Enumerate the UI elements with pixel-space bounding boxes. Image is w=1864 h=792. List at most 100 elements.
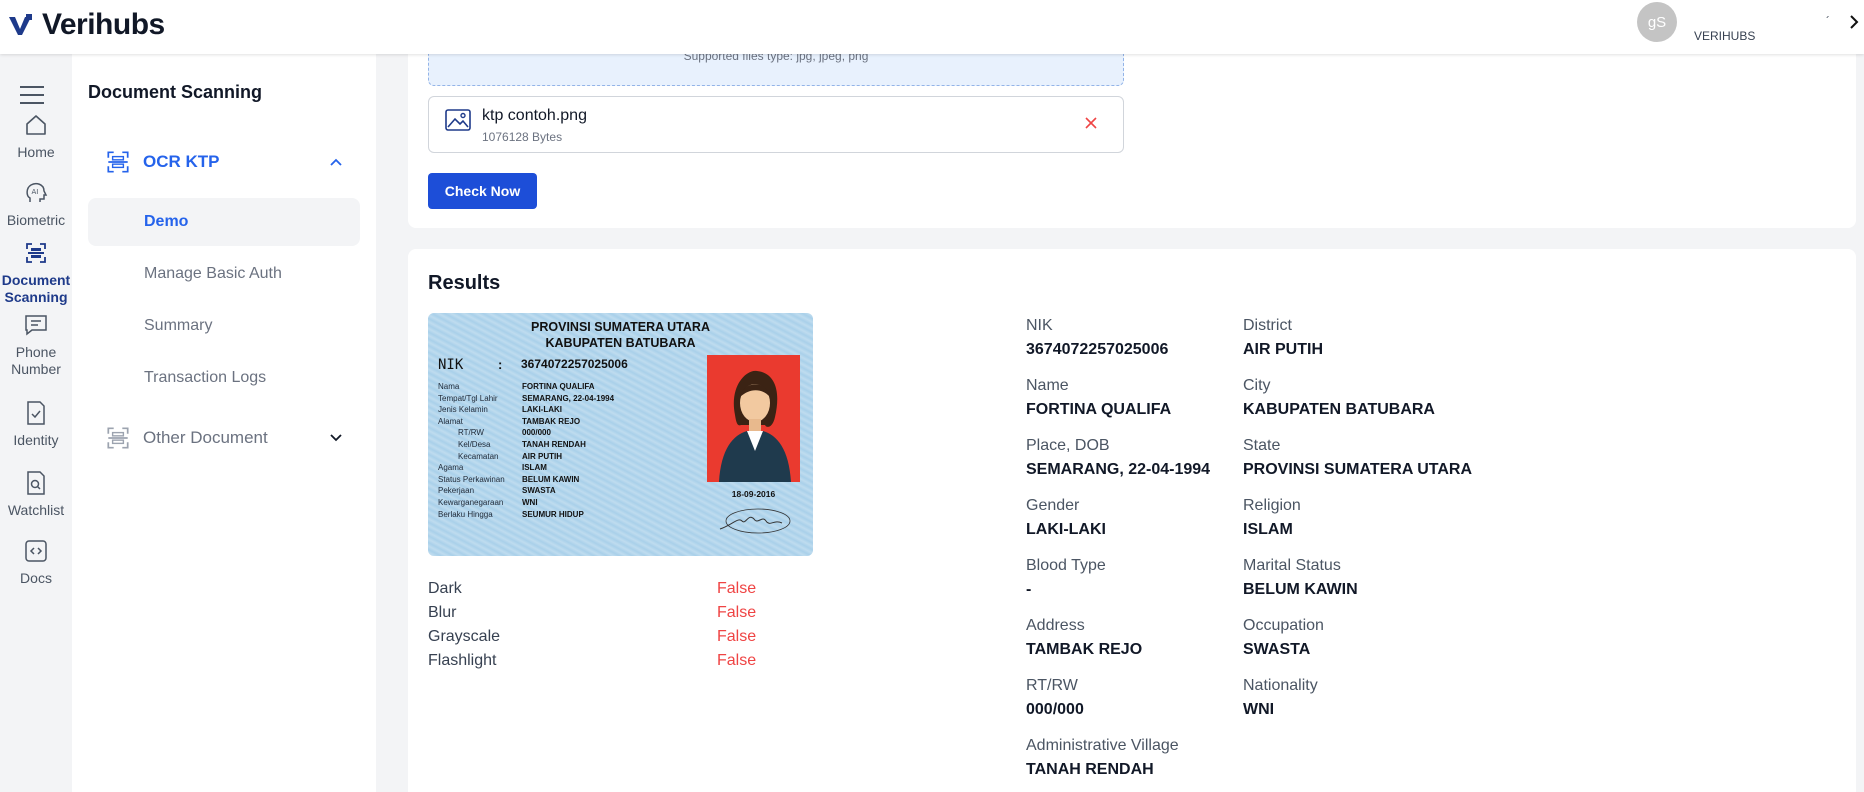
ktp-row-key: Tempat/Tgl Lahir xyxy=(438,393,498,403)
remove-file-icon[interactable] xyxy=(1083,115,1099,131)
quality-blur-label: Blur xyxy=(428,604,457,621)
ktp-row: Pekerjaan SWASTA xyxy=(438,485,708,497)
ktp-row-key: Kel/Desa xyxy=(458,439,491,449)
ktp-row: Kewarganegaraan WNI xyxy=(438,497,708,509)
rail-item-identity[interactable]: Identity xyxy=(0,400,72,449)
ktp-row: Kel/Desa TANAH RENDAH xyxy=(438,439,708,451)
result-field-label: Name xyxy=(1026,377,1069,394)
ktp-row-key: Status Perkawinan xyxy=(438,474,505,484)
result-field: District AIR PUTIH xyxy=(1243,316,1323,360)
ktp-row: Status Perkawinan BELUM KAWIN xyxy=(438,474,708,486)
rail-item-document-scanning[interactable]: Document Scanning xyxy=(0,240,72,306)
subnav-group-ocr-ktp[interactable]: OCR KTP xyxy=(104,147,344,177)
chevron-right-icon[interactable] xyxy=(1846,12,1862,32)
subnav-item-label: Transaction Logs xyxy=(144,369,267,386)
ktp-row: Nama FORTINA QUALIFA xyxy=(438,381,708,393)
rail-item-biometric[interactable]: AI Biometric xyxy=(0,180,72,229)
chat-icon xyxy=(25,315,47,336)
subnav-item-manage-basic-auth[interactable]: Manage Basic Auth xyxy=(88,250,360,298)
ktp-row: Jenis Kelamin LAKI-LAKI xyxy=(438,404,708,416)
ktp-province: PROVINSI SUMATERA UTARA xyxy=(531,320,710,334)
ktp-row-value: 000/000 xyxy=(522,428,551,438)
ai-face-icon: AI xyxy=(26,182,48,202)
subnav-title: Document Scanning xyxy=(88,82,263,102)
result-field: City KABUPATEN BATUBARA xyxy=(1243,376,1435,420)
result-field-value: PROVINSI SUMATERA UTARA xyxy=(1243,461,1473,478)
result-field-value: TAMBAK REJO xyxy=(1026,641,1143,658)
ktp-nik-value: 3674072257025006 xyxy=(521,357,628,371)
ktp-row: Alamat TAMBAK REJO xyxy=(438,416,708,428)
result-field-label: Blood Type xyxy=(1026,557,1106,574)
rail-item-phone-number[interactable]: Phone Number xyxy=(0,312,72,378)
result-field: Nationality WNI xyxy=(1243,676,1318,720)
result-field-value: AIR PUTIH xyxy=(1243,341,1323,358)
image-file-icon xyxy=(445,109,471,131)
ktp-row-value: TAMBAK REJO xyxy=(522,416,581,426)
result-field-label: Marital Status xyxy=(1243,557,1341,574)
rail-item-docs[interactable]: Docs xyxy=(0,538,72,587)
ktp-row-key: RT/RW xyxy=(458,428,484,438)
ktp-row-key: Alamat xyxy=(438,416,463,426)
result-field-label: Address xyxy=(1026,617,1085,634)
result-field-label: State xyxy=(1243,437,1281,454)
svg-text:AI: AI xyxy=(32,188,39,196)
chevron-down-icon[interactable] xyxy=(328,430,344,446)
brand-logo[interactable]: Verihubs xyxy=(8,8,165,42)
rail-item-label: Home xyxy=(17,144,55,160)
result-field-value: LAKI-LAKI xyxy=(1026,521,1106,538)
result-field: NIK 3674072257025006 xyxy=(1026,316,1168,360)
brand-name: Verihubs xyxy=(42,8,165,41)
quality-grayscale-value: False xyxy=(717,628,757,645)
ktp-row-value: WNI xyxy=(522,497,538,507)
subnav-item-demo[interactable]: Demo xyxy=(88,198,360,246)
quality-flashlight-value: False xyxy=(717,652,757,669)
icon-rail: Home AI Biometric Document Scanning Phon… xyxy=(0,54,72,792)
result-field: Gender LAKI-LAKI xyxy=(1026,496,1106,540)
user-name[interactable]: VERIHUBS xyxy=(1694,29,1755,43)
result-field-label: District xyxy=(1243,317,1292,334)
ktp-row-value: SEUMUR HIDUP xyxy=(522,509,584,519)
ktp-row-key: Kecamatan xyxy=(458,451,499,461)
hamburger-menu-icon[interactable] xyxy=(20,86,44,104)
result-field-value: SWASTA xyxy=(1243,641,1311,658)
chevron-up-icon[interactable] xyxy=(328,154,344,170)
ktp-photo xyxy=(707,355,800,482)
ktp-row-value: SWASTA xyxy=(522,486,556,496)
results-title: Results xyxy=(428,272,501,294)
ktp-row: Tempat/Tgl Lahir SEMARANG, 22-04-1994 xyxy=(438,393,708,405)
result-field-label: Occupation xyxy=(1243,617,1324,634)
result-field: Place, DOB SEMARANG, 22-04-1994 xyxy=(1026,436,1210,480)
result-field: Address TAMBAK REJO xyxy=(1026,616,1142,660)
rail-item-home[interactable]: Home xyxy=(0,112,72,161)
check-now-button[interactable]: Check Now xyxy=(428,173,537,209)
rail-item-watchlist[interactable]: Watchlist xyxy=(0,470,72,519)
subnav-item-summary[interactable]: Summary xyxy=(88,302,360,350)
ktp-row-value: LAKI-LAKI xyxy=(522,405,562,415)
subnav-item-label: Demo xyxy=(144,213,189,230)
sub-sidebar: Document Scanning OCR KTP Demo Manage Ba… xyxy=(72,54,376,792)
ktp-row-key: Pekerjaan xyxy=(438,486,475,496)
document-scan-icon xyxy=(107,427,129,449)
document-scan-icon xyxy=(26,243,46,263)
subnav-group-label: OCR KTP xyxy=(143,152,220,171)
ktp-nik-colon: : xyxy=(498,357,503,372)
rail-item-label: Identity xyxy=(13,432,59,448)
quality-flashlight-label: Flashlight xyxy=(428,652,497,669)
result-field-label: RT/RW xyxy=(1026,677,1078,694)
person-portrait-icon xyxy=(719,370,791,482)
uploaded-file-row: ktp contoh.png 1076128 Bytes xyxy=(428,96,1124,153)
ktp-regency: KABUPATEN BATUBARA xyxy=(545,336,696,350)
quality-dark-label: Dark xyxy=(428,580,462,597)
result-field-value: - xyxy=(1026,581,1032,598)
ktp-issue-date: 18-09-2016 xyxy=(731,489,776,499)
quality-dark-value: False xyxy=(717,580,757,597)
ktp-card-image: PROVINSI SUMATERA UTARA KABUPATEN BATUBA… xyxy=(428,313,813,556)
result-field-value: KABUPATEN BATUBARA xyxy=(1243,401,1435,418)
subnav-group-other-document[interactable]: Other Document xyxy=(104,423,344,453)
rail-item-label: Watchlist xyxy=(7,502,65,518)
subnav-item-label: Manage Basic Auth xyxy=(144,265,282,282)
quality-blur-value: False xyxy=(717,604,757,621)
subnav-item-transaction-logs[interactable]: Transaction Logs xyxy=(88,354,360,402)
ktp-header: PROVINSI SUMATERA UTARA KABUPATEN BATUBA… xyxy=(428,319,813,351)
avatar[interactable]: gS xyxy=(1637,2,1677,42)
